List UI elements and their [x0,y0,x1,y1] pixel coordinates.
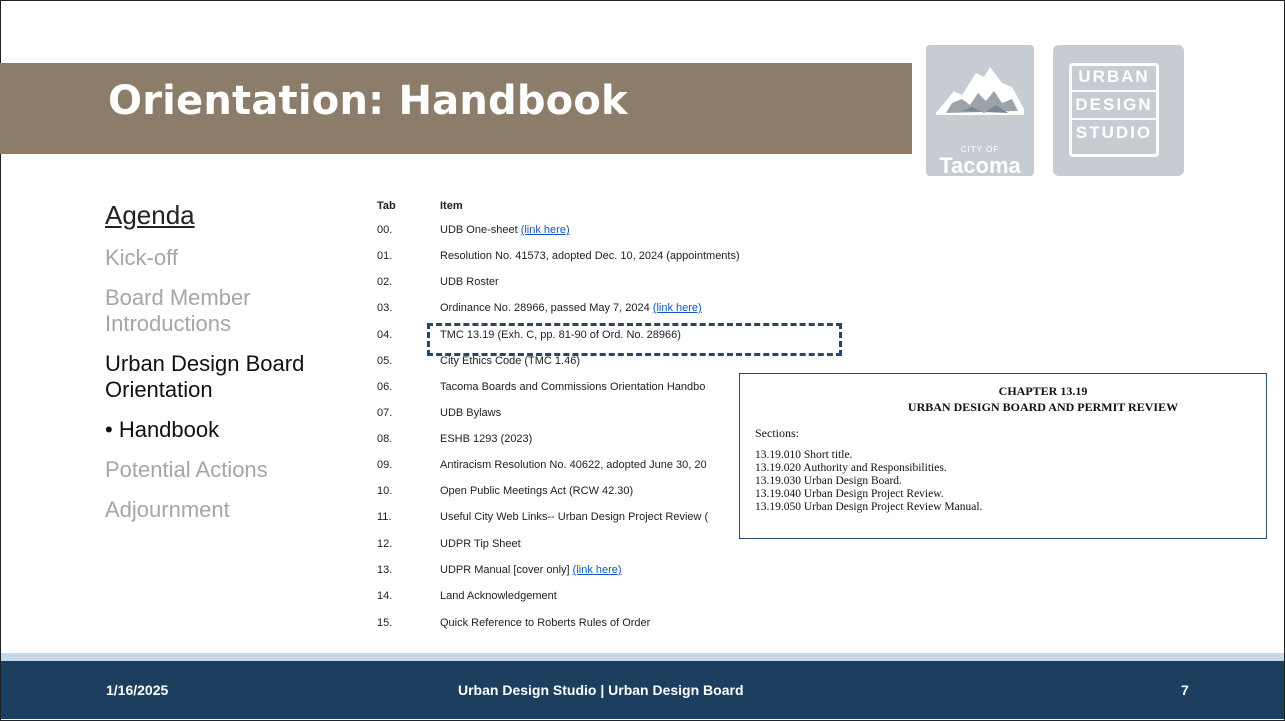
table-cell-tab: 15. [377,617,393,629]
agenda-item-potential-actions: Potential Actions [105,457,268,482]
table-cell-item: UDPR Manual [cover only] (link here) [440,564,622,576]
table-cell-item: UDB Roster [440,276,499,288]
table-cell-tab: 02. [377,276,393,288]
uds-logo-line: URBAN [1078,67,1150,86]
table-cell-item: Antiracism Resolution No. 40622, adopted… [440,459,707,471]
item-text: Antiracism Resolution No. 40622, adopted… [440,459,707,471]
slide-footer: 1/16/2025 Urban Design Studio | Urban De… [1,661,1284,719]
table-cell-item: Ordinance No. 28966, passed May 7, 2024 … [440,302,702,314]
item-text: Open Public Meetings Act (RCW 42.30) [440,485,634,497]
table-cell-tab: 04. [377,329,393,341]
table-cell-item: UDB One-sheet (link here) [440,224,570,236]
item-text: UDPR Tip Sheet [440,538,521,550]
table-cell-item: Land Acknowledgement [440,590,557,602]
section-entry: 13.19.030 Urban Design Board. [755,475,902,487]
section-entry: 13.19.020 Authority and Responsibilities… [755,462,947,474]
agenda-item-orientation: Urban Design Board Orientation [105,351,305,402]
table-cell-tab: 13. [377,564,393,576]
tmc-chapter-excerpt: CHAPTER 13.19 URBAN DESIGN BOARD AND PER… [739,373,1267,539]
agenda-title: Agenda [105,200,195,230]
highlight-dashed-box-bottom [427,353,842,356]
table-cell-tab: 06. [377,381,393,393]
table-cell-item: Quick Reference to Roberts Rules of Orde… [440,617,650,629]
link-here[interactable]: (link here) [573,564,622,576]
table-cell-tab: 14. [377,590,393,602]
item-text: UDB Bylaws [440,407,502,419]
table-cell-item: Tacoma Boards and Commissions Orientatio… [440,381,705,393]
footer-date: 1/16/2025 [106,682,169,698]
section-entry: 13.19.050 Urban Design Project Review Ma… [755,501,983,513]
item-text: Resolution No. 41573, adopted Dec. 10, 2… [440,250,740,262]
agenda-item-kickoff: Kick-off [105,245,178,270]
item-text: UDPR Manual [cover only] [440,564,573,576]
item-text: UDB Roster [440,276,499,288]
table-cell-tab: 12. [377,538,393,550]
table-cell-tab: 00. [377,224,393,236]
item-text: Useful City Web Links-- Urban Design Pro… [440,511,709,523]
item-text: Tacoma Boards and Commissions Orientatio… [440,381,706,393]
table-cell-item: Useful City Web Links-- Urban Design Pro… [440,511,708,523]
footer-accent-strip [1,653,1284,661]
highlight-dashed-box [427,323,842,356]
chapter-subheading: URBAN DESIGN BOARD AND PERMIT REVIEW [907,400,1179,414]
sections-label: Sections: [755,426,799,440]
table-cell-item: UDB Bylaws [440,407,501,419]
uds-logo-line: DESIGN [1075,95,1153,114]
item-text: Land Acknowledgement [440,590,557,602]
item-text: Quick Reference to Roberts Rules of Orde… [440,617,651,629]
slide-number: 7 [1181,682,1189,698]
agenda-item-handbook: • Handbook [105,417,220,442]
table-cell-tab: 08. [377,433,393,445]
agenda-item-introductions: Board Member Introductions [105,285,251,336]
table-cell-item: Resolution No. 41573, adopted Dec. 10, 2… [440,250,740,262]
item-text: City Ethics Code (TMC 1.46) [440,355,580,367]
city-of-tacoma-logo: CITY OF Tacoma [926,45,1034,176]
uds-logo-line: STUDIO [1075,123,1153,142]
table-cell-item: Open Public Meetings Act (RCW 42.30) [440,485,633,497]
sections-list: 13.19.010 Short title. 13.19.020 Authori… [755,449,982,514]
table-cell-item: ESHB 1293 (2023) [440,433,532,445]
link-here[interactable]: (link here) [521,224,570,236]
table-cell-tab: 07. [377,407,393,419]
table-cell-tab: 05. [377,355,393,367]
table-cell-tab: 03. [377,302,393,314]
highlight-dashed-box-right [839,323,842,356]
mountain-icon [936,67,1024,115]
agenda-item-adjournment: Adjournment [105,497,230,522]
item-text: ESHB 1293 (2023) [440,433,533,445]
table-cell-item: UDPR Tip Sheet [440,538,521,550]
item-text: UDB One-sheet [440,224,521,236]
section-entry: 13.19.040 Urban Design Project Review. [755,488,944,500]
slide-title: Orientation: Handbook [108,78,628,124]
agenda-panel: Agenda Kick-off Board Member Introductio… [105,200,365,537]
urban-design-studio-logo: URBAN DESIGN STUDIO [1053,45,1184,176]
table-cell-tab: 09. [377,459,393,471]
table-cell-tab: 10. [377,485,393,497]
table-cell-tab: 01. [377,250,393,262]
item-text: Ordinance No. 28966, passed May 7, 2024 [440,302,653,314]
chapter-heading: CHAPTER 13.19 [998,384,1088,398]
column-header-tab: Tab [377,200,396,212]
column-header-item: Item [440,200,463,212]
footer-title: Urban Design Studio | Urban Design Board [458,682,744,698]
table-cell-tab: 11. [377,511,392,523]
tacoma-logo-name: Tacoma [939,153,1021,176]
table-cell-item: City Ethics Code (TMC 1.46) [440,355,580,367]
section-entry: 13.19.010 Short title. [755,449,853,461]
link-here[interactable]: (link here) [653,302,702,314]
